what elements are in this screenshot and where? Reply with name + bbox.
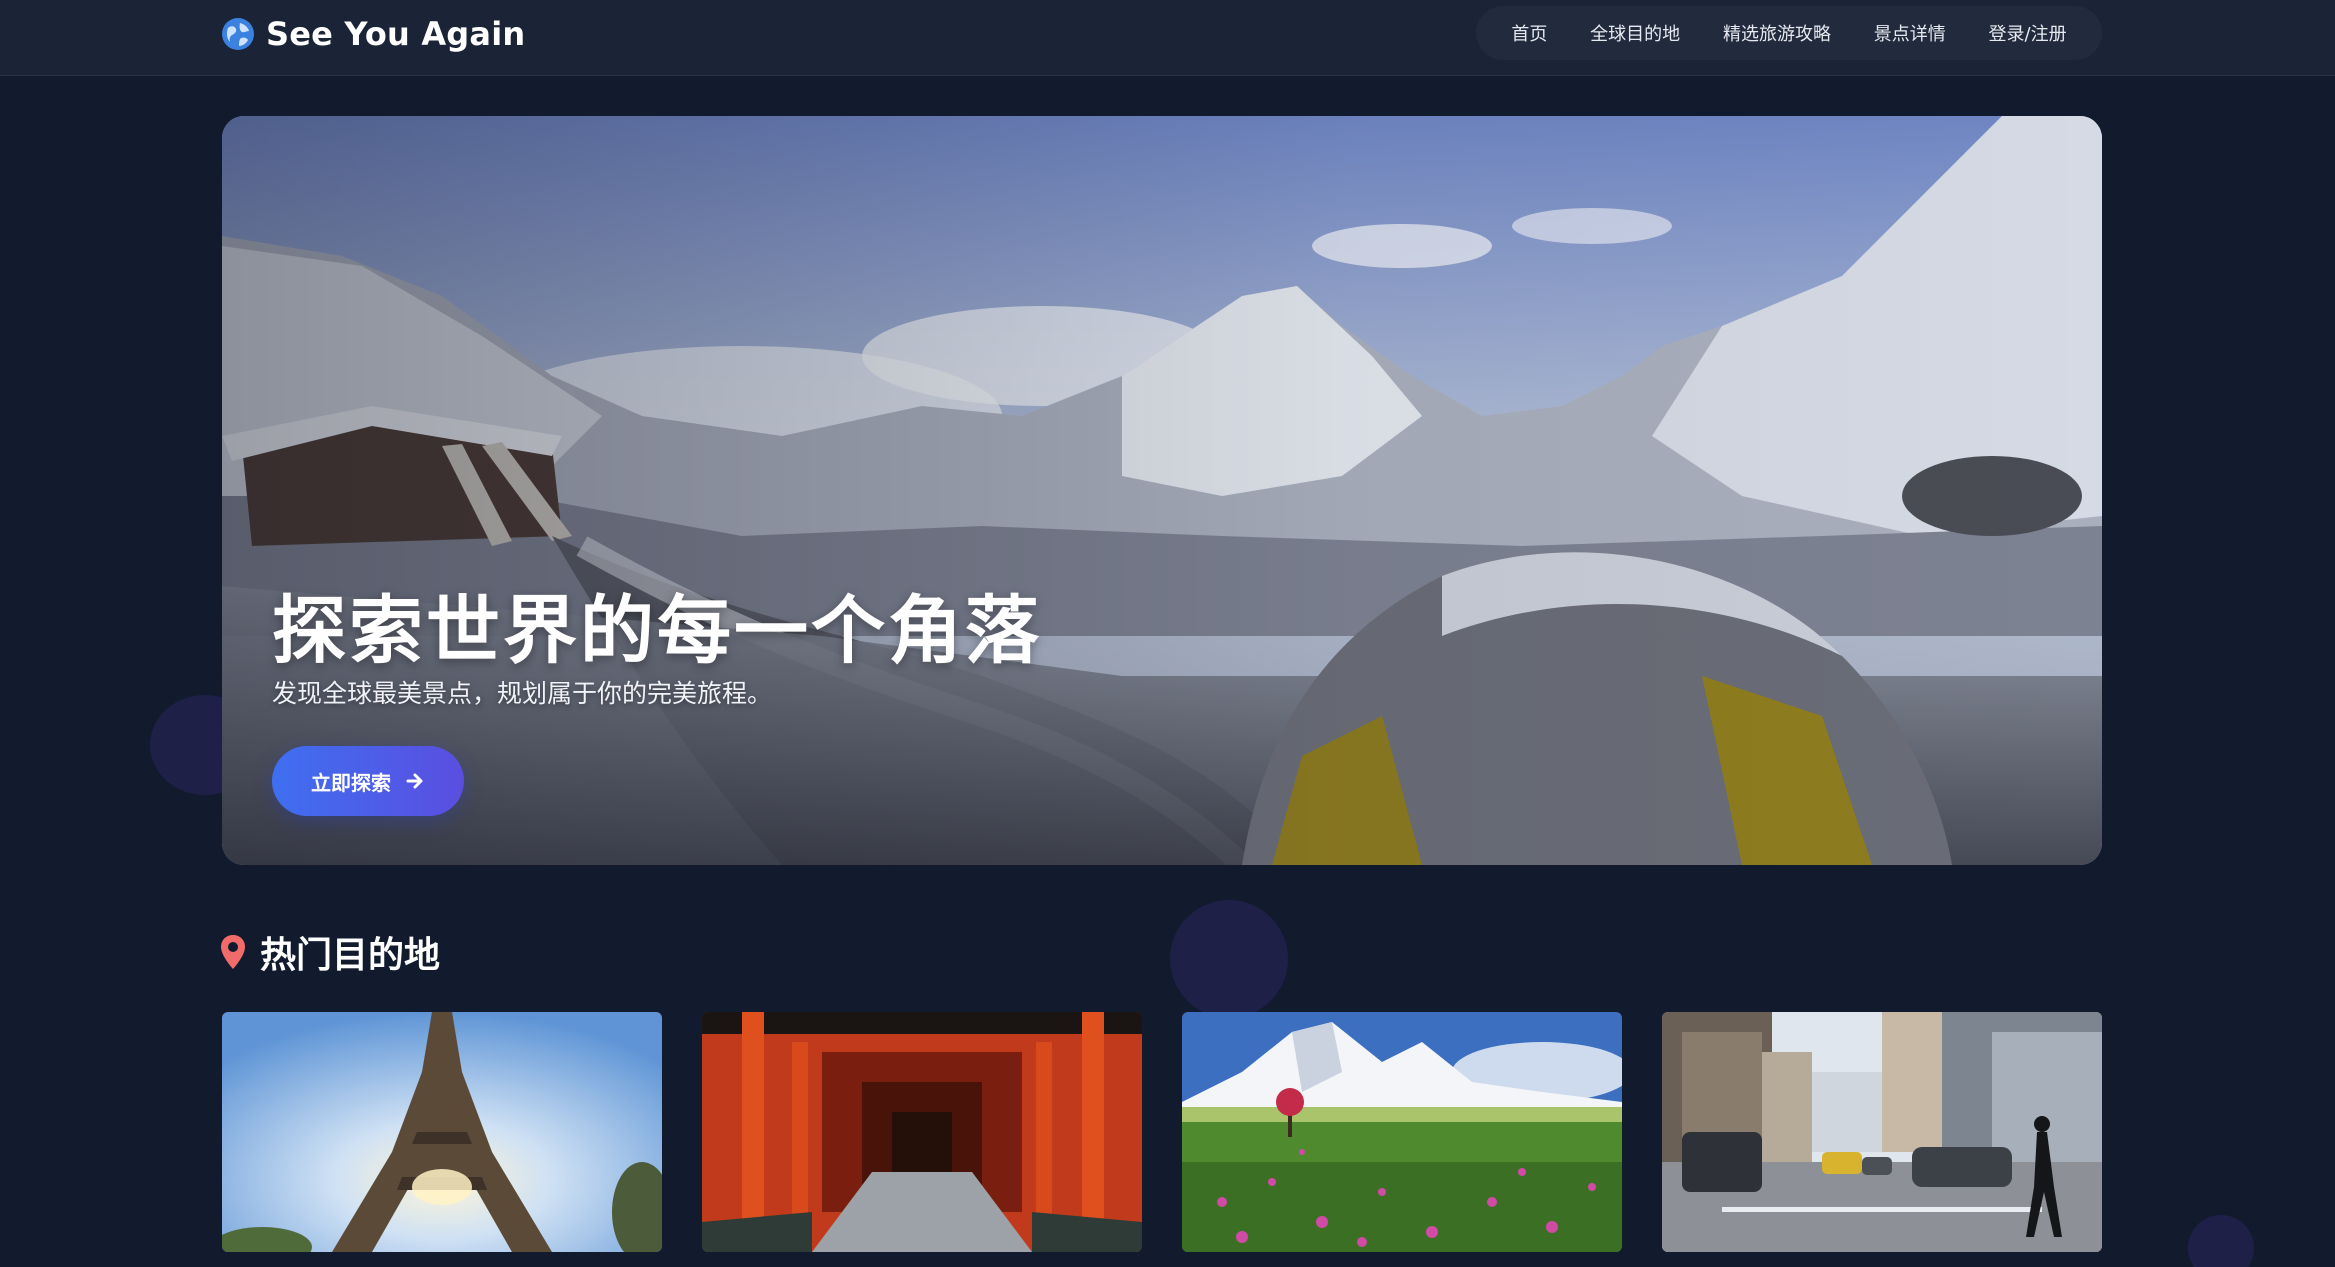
decorative-blob [1170, 900, 1288, 1018]
page: See You Again 首页 全球目的地 精选旅游攻略 景点详情 登录/注册 [0, 0, 2335, 1267]
nav-item-home[interactable]: 首页 [1511, 20, 1547, 46]
section-title: 热门目的地 [260, 935, 441, 976]
nav-item-guides[interactable]: 精选旅游攻略 [1723, 20, 1831, 46]
nav-item-attraction-details[interactable]: 景点详情 [1874, 20, 1946, 46]
nav-item-destinations[interactable]: 全球目的地 [1590, 20, 1680, 46]
torii-gates-image [702, 1012, 1142, 1252]
brand-name: See You Again [266, 15, 526, 53]
hero-overlay [222, 116, 2102, 865]
decorative-blob [2188, 1215, 2254, 1267]
brand-logo[interactable]: See You Again [220, 14, 525, 54]
destination-card-city-street[interactable] [1662, 1012, 2102, 1252]
popular-destinations-heading: 热门目的地 [220, 926, 440, 978]
destination-card-eiffel-tower[interactable] [222, 1012, 662, 1252]
hero-banner: 探索世界的每一个角落 发现全球最美景点，规划属于你的完美旅程。 立即探索 [222, 116, 2102, 865]
arrow-right-icon [405, 771, 425, 791]
globe-icon [220, 16, 256, 52]
explore-now-label: 立即探索 [311, 770, 391, 795]
hero-title: 探索世界的每一个角落 [272, 588, 1042, 674]
city-street-image [1662, 1012, 2102, 1252]
destination-card-torii-gates[interactable] [702, 1012, 1142, 1252]
snowy-mountain-flower-field-image [1182, 1012, 1622, 1252]
main-nav: 首页 全球目的地 精选旅游攻略 景点详情 登录/注册 [1476, 6, 2102, 60]
site-header: See You Again 首页 全球目的地 精选旅游攻略 景点详情 登录/注册 [0, 0, 2335, 76]
explore-now-button[interactable]: 立即探索 [272, 746, 464, 816]
eiffel-tower-image [222, 1012, 662, 1252]
hero-subtitle: 发现全球最美景点，规划属于你的完美旅程。 [272, 679, 773, 708]
nav-item-login-register[interactable]: 登录/注册 [1989, 20, 2067, 46]
map-pin-icon [220, 934, 246, 970]
destination-card-snowy-mountain[interactable] [1182, 1012, 1622, 1252]
